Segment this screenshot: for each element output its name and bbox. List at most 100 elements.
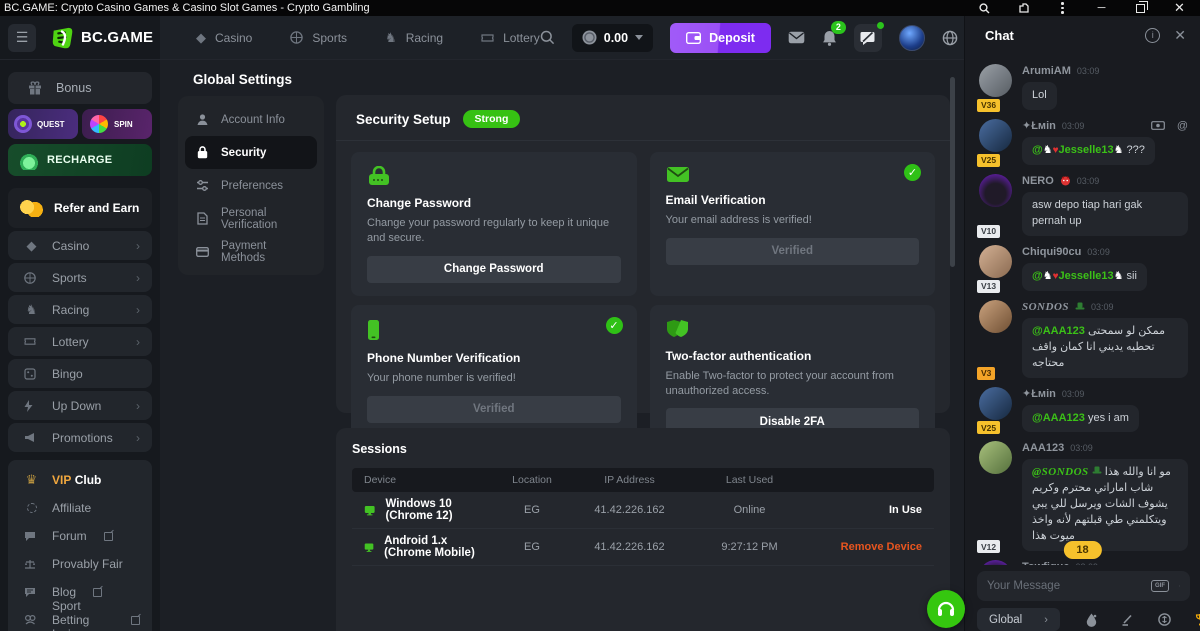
chevron-down-icon <box>635 35 643 40</box>
quest-target-icon <box>14 115 32 133</box>
avatar[interactable] <box>979 119 1012 152</box>
level-badge: V25 <box>976 420 1001 435</box>
unread-count-badge[interactable]: 18 <box>1063 541 1101 559</box>
maximize-button[interactable] <box>1134 2 1147 15</box>
chat-input-zone: GIF Global › <box>965 565 1200 631</box>
phone-icon <box>367 319 380 341</box>
message-input[interactable] <box>987 580 1141 592</box>
tab-personal-verification[interactable]: Personal Verification <box>185 202 317 235</box>
sidebar-item-sports[interactable]: Sports › <box>8 263 152 292</box>
sidebar-item-vip-club[interactable]: ♛ VIP Club <box>8 466 152 494</box>
lock-icon <box>195 146 210 159</box>
chevron-right-icon: › <box>136 335 140 349</box>
recharge-icon <box>20 150 38 170</box>
balance-selector[interactable]: 0.00 <box>572 24 653 52</box>
nav-casino[interactable]: ◆ Casino <box>196 30 252 46</box>
avatar[interactable] <box>979 174 1012 207</box>
top-navbar: ☰ BC.GAME ◆ Casino Sports <box>0 16 964 60</box>
card-description: Enable Two-factor to protect your accoun… <box>666 369 920 399</box>
chat-username[interactable]: ✦Łмin <box>1022 387 1056 400</box>
user-avatar[interactable] <box>899 25 925 51</box>
devil-icon <box>1060 175 1071 186</box>
sidebar-recharge-button[interactable]: RECHARGE <box>8 144 152 176</box>
tab-preferences[interactable]: Preferences <box>185 169 317 202</box>
card-title: Change Password <box>367 196 621 210</box>
minimize-button[interactable]: ─ <box>1095 2 1108 15</box>
message-field[interactable]: GIF <box>977 571 1190 601</box>
change-password-button[interactable]: Change Password <box>367 256 621 283</box>
chat-message: V36 ArumiAM 03:09 Lol <box>979 64 1188 110</box>
extensions-icon[interactable] <box>1017 2 1030 15</box>
browser-titlebar: BC.GAME: Crypto Casino Games & Casino Sl… <box>0 0 1200 16</box>
phone-verified-button[interactable]: Verified <box>367 396 621 423</box>
card-title: Two-factor authentication <box>666 349 920 363</box>
chat-messages[interactable]: V36 ArumiAM 03:09 Lol V25 ✦Łмin 03:09 @ <box>965 56 1200 565</box>
chat-username[interactable]: NERO <box>1022 175 1054 187</box>
card-title: Email Verification <box>666 193 920 207</box>
chat-username[interactable]: Chiqui90cu <box>1022 246 1081 258</box>
sidebar-quest-button[interactable]: QUEST <box>8 109 78 139</box>
forum-icon <box>24 531 39 542</box>
channel-selector[interactable]: Global › <box>977 608 1060 631</box>
avatar[interactable] <box>979 441 1012 474</box>
close-button[interactable]: ✕ <box>1173 2 1186 15</box>
avatar[interactable] <box>979 387 1012 420</box>
level-badge: V36 <box>976 98 1001 113</box>
sidebar-item-casino[interactable]: ◆ Casino › <box>8 231 152 260</box>
racing-icon: ♞ <box>24 302 39 318</box>
trophy-icon[interactable] <box>1195 613 1200 627</box>
chat-username[interactable]: ArumiAM <box>1022 65 1071 77</box>
emoji-icon[interactable] <box>1179 579 1180 593</box>
zoom-search-icon[interactable] <box>978 2 991 15</box>
pencil-icon[interactable] <box>1121 614 1134 626</box>
sidebar-bonus-button[interactable]: Bonus <box>8 72 152 104</box>
sidebar-item-affiliate[interactable]: Affiliate <box>8 494 152 522</box>
sidebar-spin-button[interactable]: SPIN <box>82 109 152 139</box>
nav-lottery[interactable]: Lottery <box>481 31 540 45</box>
chat-username[interactable]: AAA123 <box>1022 442 1064 454</box>
avatar[interactable] <box>979 300 1012 333</box>
tab-security[interactable]: Security <box>185 136 317 169</box>
close-chat-icon[interactable]: ✕ <box>1174 27 1186 44</box>
avatar[interactable] <box>979 245 1012 278</box>
sidebar-item-provably-fair[interactable]: Provably Fair <box>8 550 152 578</box>
email-verified-button[interactable]: Verified <box>666 238 920 265</box>
brand-logo[interactable]: BC.GAME <box>50 26 153 50</box>
search-icon[interactable] <box>540 30 555 45</box>
tab-account-info[interactable]: Account Info <box>185 103 317 136</box>
browser-menu-icon[interactable] <box>1056 2 1069 15</box>
language-globe-icon[interactable] <box>942 30 958 46</box>
phone-verification-card: ✓ Phone Number Verification Your phone n… <box>351 305 637 449</box>
deposit-button[interactable]: Deposit <box>670 23 771 53</box>
balance-amount: 0.00 <box>604 31 628 45</box>
support-button[interactable] <box>927 590 965 628</box>
coin-flip-icon[interactable] <box>1158 613 1171 626</box>
level-badge: V3 <box>976 366 996 381</box>
avatar[interactable] <box>979 64 1012 97</box>
tip-icon[interactable] <box>1151 121 1165 130</box>
hamburger-menu-icon[interactable]: ☰ <box>8 24 36 52</box>
sidebar-item-promotions[interactable]: Promotions › <box>8 423 152 452</box>
notifications-bell-icon[interactable]: 2 <box>822 30 837 46</box>
nav-sports[interactable]: Sports <box>290 31 347 45</box>
sidebar-item-updown[interactable]: Up Down › <box>8 391 152 420</box>
nav-racing[interactable]: ♞ Racing <box>385 30 443 46</box>
rain-icon[interactable] <box>1086 613 1097 627</box>
chat-username[interactable]: ✦Łмin <box>1022 119 1056 132</box>
scrollbar-thumb[interactable] <box>950 77 955 267</box>
sidebar-item-forum[interactable]: Forum <box>8 522 152 550</box>
messages-icon[interactable] <box>788 31 805 44</box>
sidebar-item-racing[interactable]: ♞ Racing › <box>8 295 152 324</box>
chat-username[interactable]: SONDOS <box>1022 301 1069 313</box>
sidebar-refer-and-earn[interactable]: Refer and Earn <box>8 188 152 228</box>
sidebar-item-sport-betting-insights[interactable]: Sport Betting Insig... <box>8 606 152 631</box>
sidebar-item-lottery[interactable]: Lottery › <box>8 327 152 356</box>
gif-icon[interactable]: GIF <box>1151 580 1169 592</box>
chat-toggle-button[interactable] <box>854 24 882 52</box>
sidebar-item-bingo[interactable]: Bingo <box>8 359 152 388</box>
tab-payment-methods[interactable]: Payment Methods <box>185 235 317 268</box>
info-icon[interactable]: i <box>1145 28 1160 43</box>
remove-device-button[interactable]: Remove Device <box>807 541 922 553</box>
mention-icon[interactable]: @ <box>1177 120 1188 132</box>
sidebar-links-group: ♛ VIP Club Affiliate Forum Provably Fair <box>8 460 152 631</box>
